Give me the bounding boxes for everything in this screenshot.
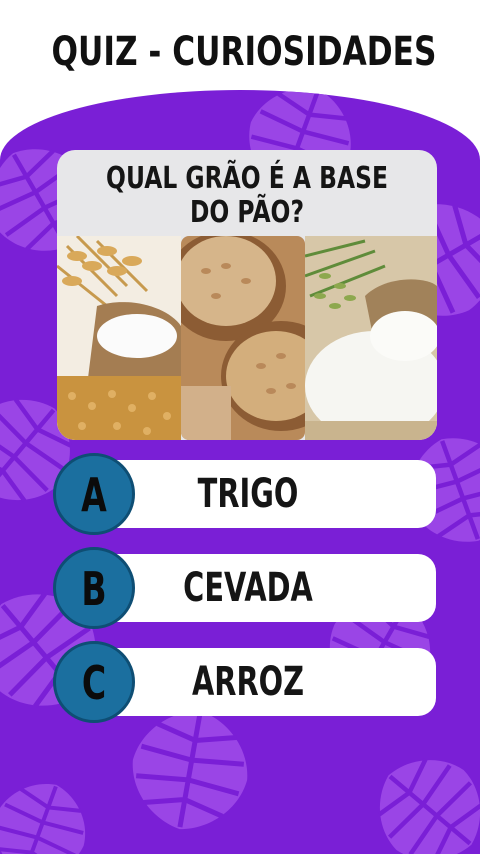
barley-grains-photo [181,236,305,440]
option-a-letter: A [81,468,107,522]
question-line-2: DO PÃO? [189,195,305,230]
option-a-label: TRIGO [197,471,299,517]
option-b-letter: B [81,562,107,616]
question-line-1: QUAL GRÃO É A BASE [106,161,388,196]
quiz-title: QUIZ - CURIOSIDADES [51,29,437,75]
option-c-letter: C [81,656,107,710]
rice-photo [305,236,437,440]
wheat-and-flour-photo [57,236,181,440]
option-a-badge[interactable]: A [53,453,135,535]
option-c-badge[interactable]: C [53,641,135,723]
question-text: QUAL GRÃO É A BASE DO PÃO? [99,162,395,230]
question-card: QUAL GRÃO É A BASE DO PÃO? [57,150,437,440]
option-c-label: ARROZ [191,659,305,705]
option-b-badge[interactable]: B [53,547,135,629]
option-b-label: CEVADA [183,565,313,611]
